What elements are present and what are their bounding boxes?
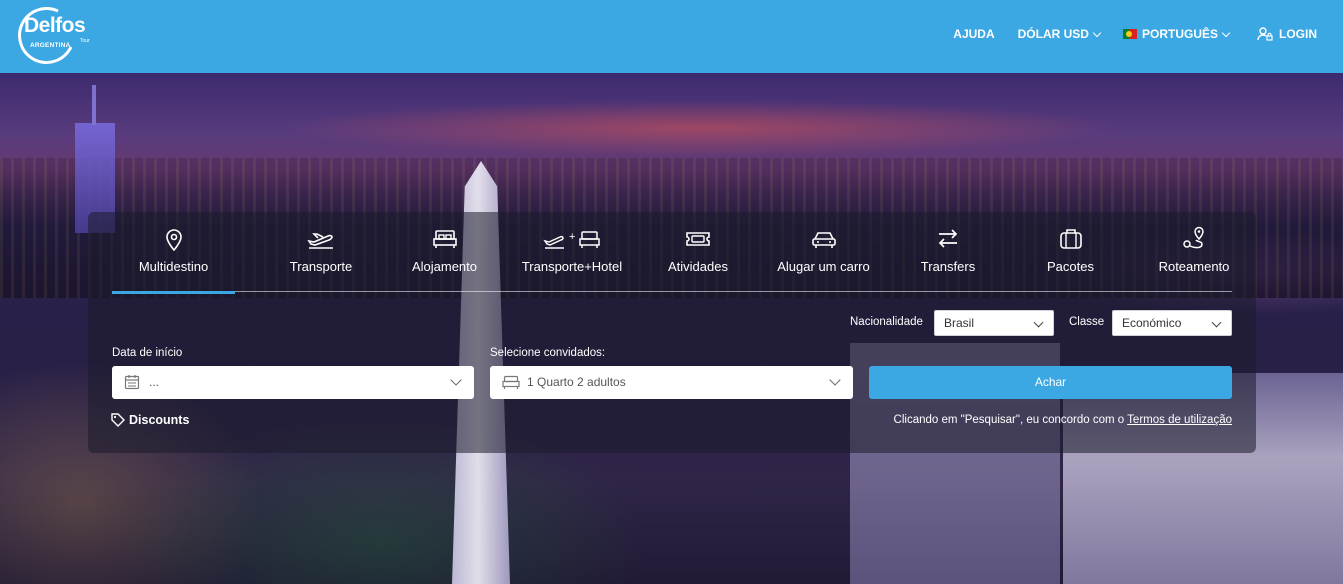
chevron-down-icon [450,374,462,386]
plane-icon [307,233,333,249]
language-dropdown[interactable]: PORTUGUÊS [1122,27,1231,41]
start-date-input[interactable]: ... [112,366,474,399]
nationality-value: Brasil [944,316,975,330]
class-value: Económico [1122,316,1182,330]
start-date-label: Data de início [112,347,183,359]
calendar-icon [124,375,140,390]
tab-transporte[interactable]: Transporte [258,226,384,292]
discounts-label: Discounts [129,413,190,427]
chevron-down-icon [1033,317,1044,328]
search-button[interactable]: Achar [869,366,1232,399]
route-icon [1183,226,1204,249]
tab-label: Transporte [289,259,353,274]
nationality-select[interactable]: Brasil [934,310,1054,336]
chevron-down-icon [1211,317,1222,328]
help-label: AJUDA [953,27,995,41]
search-tabs: Multidestino Transporte Alojamento + Tra… [112,226,1232,294]
tab-multidestino[interactable]: Multidestino [112,226,235,294]
tab-atividades[interactable]: Atividades [637,226,759,292]
login-label: LOGIN [1279,27,1317,41]
logo-wordmark: Delfos [24,14,86,37]
tab-alojamento[interactable]: Alojamento [383,226,506,292]
search-panel: Multidestino Transporte Alojamento + Tra… [88,212,1256,453]
tab-label: Pacotes [1047,259,1094,274]
search-button-label: Achar [1034,375,1067,389]
delfos-logo[interactable]: Delfos ARGENTINA Tour [9,0,90,73]
suitcase-icon [1059,229,1082,249]
user-lock-icon [1257,27,1273,41]
guests-label: Selecione convidados: [490,347,606,359]
login-link[interactable]: LOGIN [1257,27,1317,41]
terms-link[interactable]: Termos de utilização [1127,414,1232,426]
tab-label: Alugar um carro [777,259,870,274]
tab-label: Roteamento [1158,259,1230,274]
language-label: PORTUGUÊS [1141,27,1218,41]
logo-tour: Tour [80,38,90,44]
class-label: Classe [1069,316,1105,328]
class-select[interactable]: Económico [1112,310,1232,336]
bed-icon [502,375,520,389]
tab-transfers[interactable]: Transfers [887,226,1009,292]
ticket-icon [686,232,710,246]
guests-select[interactable]: 1 Quarto 2 adultos [490,366,853,399]
top-nav: AJUDA DÓLAR USD PORTUGUÊS LOGIN [930,27,1317,41]
arrows-exchange-icon [938,229,958,248]
tab-label: Atividades [668,259,728,274]
terms-notice: Clicando em "Pesquisar", eu concordo com… [894,414,1232,426]
top-header: Delfos ARGENTINA Tour AJUDA DÓLAR USD PO… [0,0,1343,73]
currency-label: DÓLAR USD [1017,27,1089,41]
chevron-down-icon [1221,28,1231,37]
logo-subtitle: ARGENTINA [30,42,71,49]
chevron-down-icon [829,374,841,386]
car-icon [811,232,836,248]
tab-roteamento[interactable]: Roteamento [1132,226,1256,292]
nationality-label: Nacionalidade [850,316,923,328]
terms-text: Clicando em "Pesquisar", eu concordo com… [893,414,1125,426]
discounts-link[interactable]: Discounts [111,413,189,427]
tab-alugar-carro[interactable]: Alugar um carro [762,226,885,292]
tab-transporte-hotel[interactable]: + Transporte+Hotel [510,226,634,292]
guests-value: 1 Quarto 2 adultos [527,375,626,389]
portugal-flag-icon [1122,29,1137,39]
map-pin-icon [165,229,182,252]
tab-pacotes[interactable]: Pacotes [1010,226,1131,292]
svg-text:+: + [569,231,575,243]
tab-label: Multidestino [138,259,209,274]
chevron-down-icon [1092,28,1102,37]
tag-icon [111,413,125,427]
tab-label: Alojamento [411,259,478,274]
tab-label: Transfers [920,259,976,274]
bed-icon [432,230,457,248]
currency-dropdown[interactable]: DÓLAR USD [1017,27,1102,41]
plane-plus-bed-icon: + [543,231,600,249]
help-link[interactable]: AJUDA [953,27,994,41]
start-date-value: ... [149,375,160,389]
tab-label: Transporte+Hotel [521,259,623,274]
